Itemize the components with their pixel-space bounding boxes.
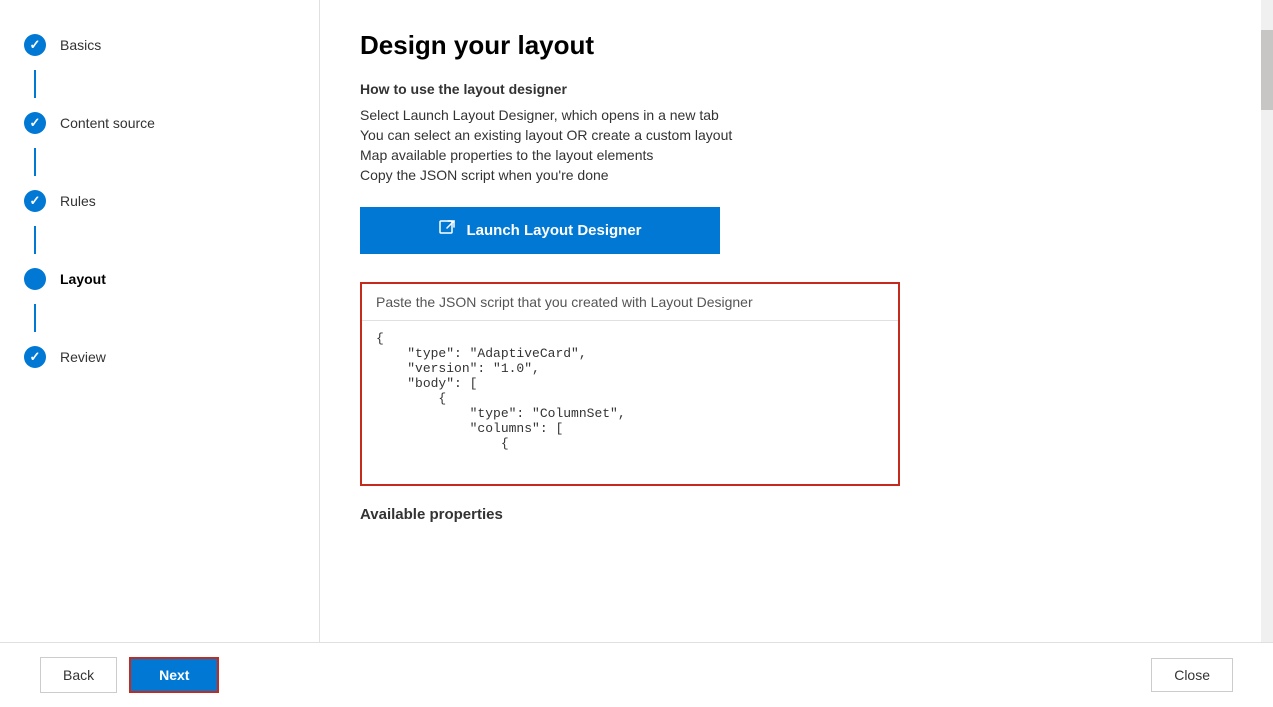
sidebar-item-content-source[interactable]: Content source xyxy=(0,98,319,148)
sidebar-label-basics: Basics xyxy=(60,37,101,53)
back-button[interactable]: Back xyxy=(40,657,117,693)
step-circle-layout xyxy=(24,268,46,290)
sidebar-item-review[interactable]: Review xyxy=(0,332,319,382)
bottom-left-buttons: Back Next xyxy=(40,657,219,693)
bottom-bar: Back Next Close xyxy=(0,642,1273,707)
main-container: Basics Content source Rules Layout Revie… xyxy=(0,0,1273,642)
instructions-list: Select Launch Layout Designer, which ope… xyxy=(360,107,1221,183)
section-subtitle: How to use the layout designer xyxy=(360,81,1221,97)
content-scroll-area: Design your layout How to use the layout… xyxy=(320,0,1261,642)
close-button[interactable]: Close xyxy=(1151,658,1233,692)
json-textarea-container: Paste the JSON script that you created w… xyxy=(360,282,900,486)
step-connector-3 xyxy=(34,226,36,254)
instruction-4: Copy the JSON script when you're done xyxy=(360,167,1221,183)
sidebar-label-review: Review xyxy=(60,349,106,365)
instruction-2: You can select an existing layout OR cre… xyxy=(360,127,1221,143)
launch-layout-designer-button[interactable]: Launch Layout Designer xyxy=(360,207,720,254)
page-title: Design your layout xyxy=(360,30,1221,61)
sidebar-item-basics[interactable]: Basics xyxy=(0,20,319,70)
instruction-3: Map available properties to the layout e… xyxy=(360,147,1221,163)
step-circle-basics xyxy=(24,34,46,56)
step-connector-2 xyxy=(34,148,36,176)
step-circle-rules xyxy=(24,190,46,212)
launch-icon xyxy=(438,219,456,242)
instruction-1: Select Launch Layout Designer, which ope… xyxy=(360,107,1221,123)
available-properties-label: Available properties xyxy=(360,506,1221,523)
next-button[interactable]: Next xyxy=(129,657,219,693)
sidebar-label-content-source: Content source xyxy=(60,115,155,131)
launch-button-label: Launch Layout Designer xyxy=(466,222,641,239)
step-connector-4 xyxy=(34,304,36,332)
sidebar-label-layout: Layout xyxy=(60,271,106,287)
step-connector-1 xyxy=(34,70,36,98)
json-placeholder-label: Paste the JSON script that you created w… xyxy=(362,284,898,321)
sidebar-label-rules: Rules xyxy=(60,193,96,209)
json-script-input[interactable] xyxy=(362,321,898,481)
content-area: Design your layout How to use the layout… xyxy=(320,0,1273,642)
main-scrollbar[interactable] xyxy=(1261,0,1273,642)
sidebar-item-layout[interactable]: Layout xyxy=(0,254,319,304)
step-circle-content-source xyxy=(24,112,46,134)
scrollbar-thumb[interactable] xyxy=(1261,30,1273,110)
sidebar: Basics Content source Rules Layout Revie… xyxy=(0,0,320,642)
step-circle-review xyxy=(24,346,46,368)
sidebar-item-rules[interactable]: Rules xyxy=(0,176,319,226)
